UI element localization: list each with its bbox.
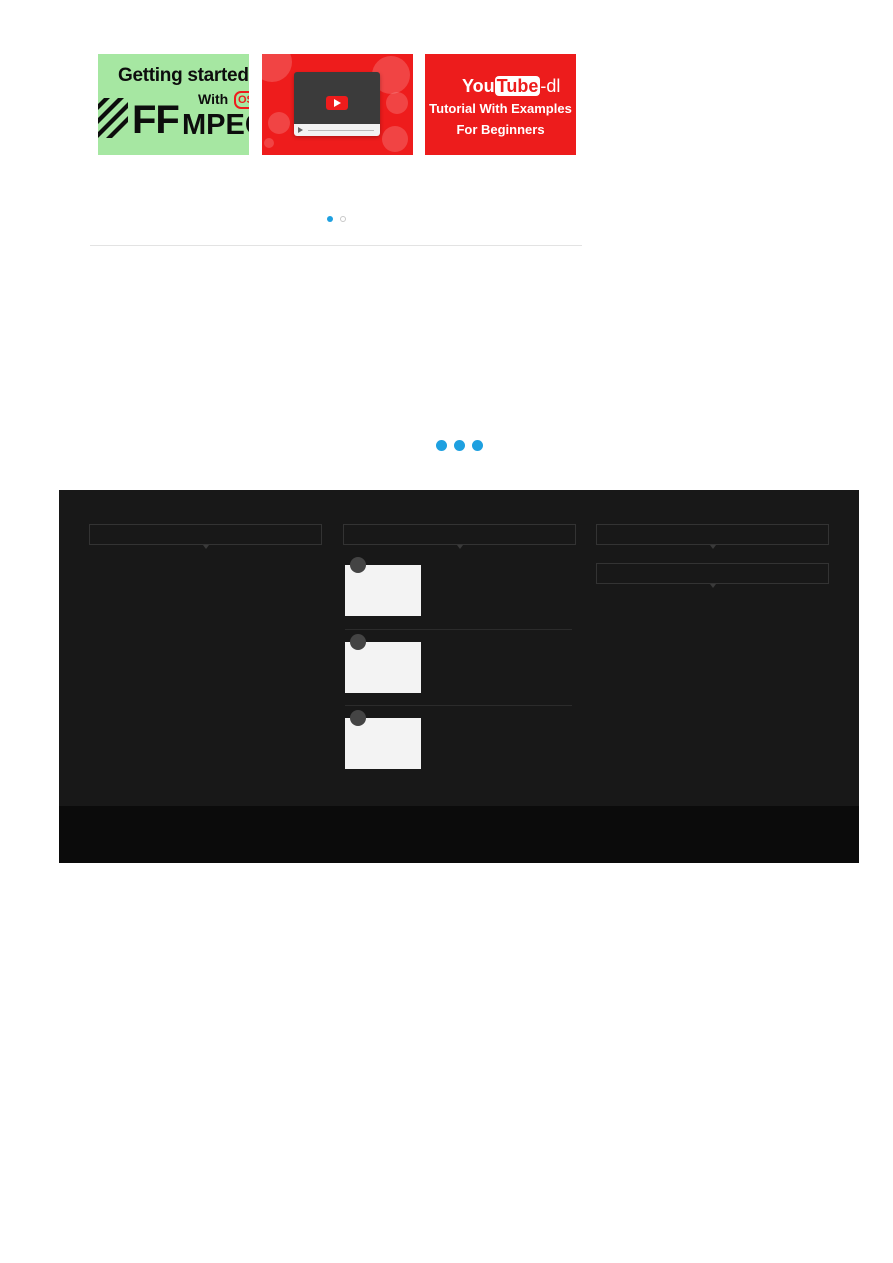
post-rank-badge: [350, 634, 366, 650]
ffmpeg-ff-text: FF: [132, 98, 180, 142]
play-icon: [298, 127, 303, 133]
footer-widget-title-1: [89, 524, 322, 549]
footer-bottom-bar: [59, 806, 859, 863]
decor-bubble: [264, 138, 274, 148]
ffmpeg-logo-icon: [98, 98, 128, 138]
post-divider: [345, 705, 572, 706]
carousel-dot-1[interactable]: [327, 216, 333, 222]
decor-bubble: [268, 112, 290, 134]
ffmpeg-mpeg-text: MPEG: [182, 109, 249, 141]
carousel-slide-youtube-dl[interactable]: You Tube -dl Tutorial With Examples For Be…: [425, 54, 576, 155]
slide-subtitle-line2: For Beginners: [456, 122, 545, 137]
logo-dl: -dl: [540, 76, 561, 96]
footer-widget-title-4: [596, 563, 829, 588]
slide-with-text: With: [198, 91, 229, 107]
post-rank-badge: [350, 557, 366, 573]
logo-tube: Tube: [494, 76, 541, 96]
decor-bubble: [262, 54, 292, 82]
footer-widget-title-2: [343, 524, 576, 549]
post-divider: [345, 629, 572, 630]
slide-headline: Getting started: [118, 65, 249, 86]
carousel-dot-2[interactable]: [340, 216, 346, 222]
decor-bubble: [382, 126, 408, 152]
carousel-slide-ffmpeg[interactable]: Getting started With OS FF MPEG: [98, 54, 249, 155]
video-control-bar: [294, 124, 380, 136]
post-rank-badge: [350, 710, 366, 726]
carousel-slide-video[interactable]: [262, 54, 413, 155]
youtube-dl-logo: You Tube -dl: [462, 76, 560, 97]
logo-you: You: [462, 76, 495, 96]
youtube-play-icon: [326, 96, 348, 110]
decor-bubble: [386, 92, 408, 114]
progress-track: [308, 130, 374, 131]
divider: [90, 245, 582, 246]
loader-dot: [472, 440, 483, 451]
loader-dot: [454, 440, 465, 451]
loader-dot: [436, 440, 447, 451]
footer-widget-title-3: [596, 524, 829, 549]
slide-subtitle-line1: Tutorial With Examples: [429, 101, 572, 116]
os-badge: OS: [234, 91, 249, 109]
